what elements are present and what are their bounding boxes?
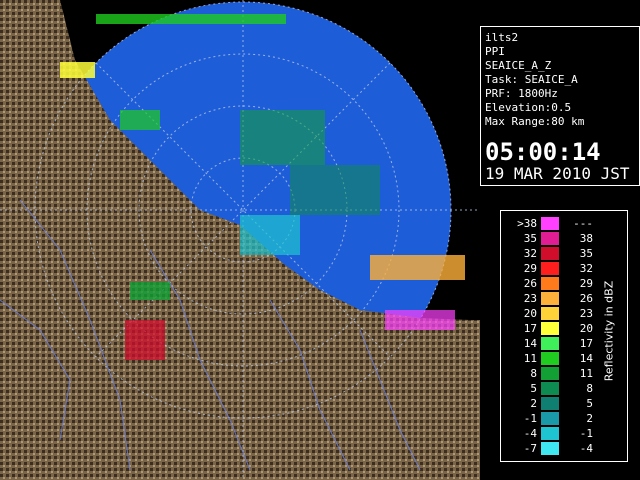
legend-color-swatch (541, 382, 559, 395)
legend-upper-bound: 8 (586, 382, 593, 395)
legend-lower-bound: -1 (523, 412, 537, 425)
legend-lower-bound: 23 (523, 292, 537, 305)
task-id: SEAICE_A_Z (485, 59, 552, 72)
radar-ppi-display (0, 0, 480, 480)
legend-upper-bound: 35 (579, 247, 593, 260)
legend-upper-bound: 20 (579, 322, 593, 335)
legend-lower-bound: 2 (530, 397, 537, 410)
legend-row: 17 20 (501, 322, 601, 335)
legend-color-swatch (541, 262, 559, 275)
legend-upper-bound: 11 (579, 367, 593, 380)
legend-color-swatch (541, 442, 559, 455)
legend-color-swatch (541, 412, 559, 425)
legend-row: -7 -4 (501, 442, 601, 455)
legend-color-swatch (541, 397, 559, 410)
legend-row: 11 14 (501, 352, 601, 365)
legend-upper-bound: 38 (579, 232, 593, 245)
legend-row: 25 (501, 397, 601, 410)
scan-time: 05:00:14 (485, 138, 601, 166)
legend-upper-bound: 26 (579, 292, 593, 305)
legend-upper-bound: 32 (579, 262, 593, 275)
legend-row: 35 38 (501, 232, 601, 245)
legend-row: 32 35 (501, 247, 601, 260)
legend-color-swatch (541, 247, 559, 260)
legend-lower-bound: 32 (523, 247, 537, 260)
legend-lower-bound: 26 (523, 277, 537, 290)
legend-row: 8 11 (501, 367, 601, 380)
legend-lower-bound: 14 (523, 337, 537, 350)
legend-title: Reflectivity in dBZ (602, 280, 616, 382)
legend-color-swatch (541, 232, 559, 245)
legend-row: -4 -1 (501, 427, 601, 440)
legend-color-swatch (541, 217, 559, 230)
legend-upper-bound: 2 (586, 412, 593, 425)
legend-row: 26 29 (501, 277, 601, 290)
legend-color-swatch (541, 322, 559, 335)
legend-color-swatch (541, 427, 559, 440)
prf: PRF: 1800Hz (485, 87, 558, 100)
legend-lower-bound: 5 (530, 382, 537, 395)
legend-color-swatch (541, 367, 559, 380)
legend-lower-bound: 17 (523, 322, 537, 335)
legend-color-swatch (541, 292, 559, 305)
legend-row: 29 32 (501, 262, 601, 275)
legend-upper-bound: 14 (579, 352, 593, 365)
legend-row: 20 23 (501, 307, 601, 320)
legend-upper-bound: 29 (579, 277, 593, 290)
legend-lower-bound: 29 (523, 262, 537, 275)
legend-row: 23 26 (501, 292, 601, 305)
scan-date: 19 MAR 2010 JST (485, 164, 630, 183)
elevation: Elevation:0.5 (485, 101, 572, 114)
legend-color-swatch (541, 352, 559, 365)
legend-upper-bound: --- (573, 217, 593, 230)
task-name: Task: SEAICE_A (485, 73, 578, 86)
legend-color-swatch (541, 277, 559, 290)
legend-color-swatch (541, 307, 559, 320)
legend-upper-bound: 23 (579, 307, 593, 320)
legend-lower-bound: 8 (530, 367, 537, 380)
legend-lower-bound: -7 (523, 442, 537, 455)
legend-row: 58 (501, 382, 601, 395)
site-name: ilts2 (485, 31, 519, 44)
legend-upper-bound: 5 (586, 397, 593, 410)
legend-lower-bound: 11 (523, 352, 537, 365)
legend-lower-bound: >38 (517, 217, 537, 230)
legend-upper-bound: -1 (579, 427, 593, 440)
max-range: Max Range:80 km (485, 115, 585, 128)
radar-info-panel: ilts2 PPI SEAICE_A_Z Task: SEAICE_A PRF:… (480, 26, 640, 186)
legend-row: -1 2 (501, 412, 601, 425)
legend-upper-bound: 17 (579, 337, 593, 350)
legend-color-swatch (541, 337, 559, 350)
legend-lower-bound: -4 (523, 427, 537, 440)
legend-row: 14 17 (501, 337, 601, 350)
legend-row: >38 --- (501, 217, 601, 230)
legend-upper-bound: -4 (579, 442, 593, 455)
reflectivity-legend: >38 --- 35 38 32 35 29 32 26 29 23 26 20 23 17 20 14 17 11… (500, 210, 628, 462)
product-type: PPI (485, 45, 505, 58)
legend-lower-bound: 35 (523, 232, 537, 245)
legend-lower-bound: 20 (523, 307, 537, 320)
